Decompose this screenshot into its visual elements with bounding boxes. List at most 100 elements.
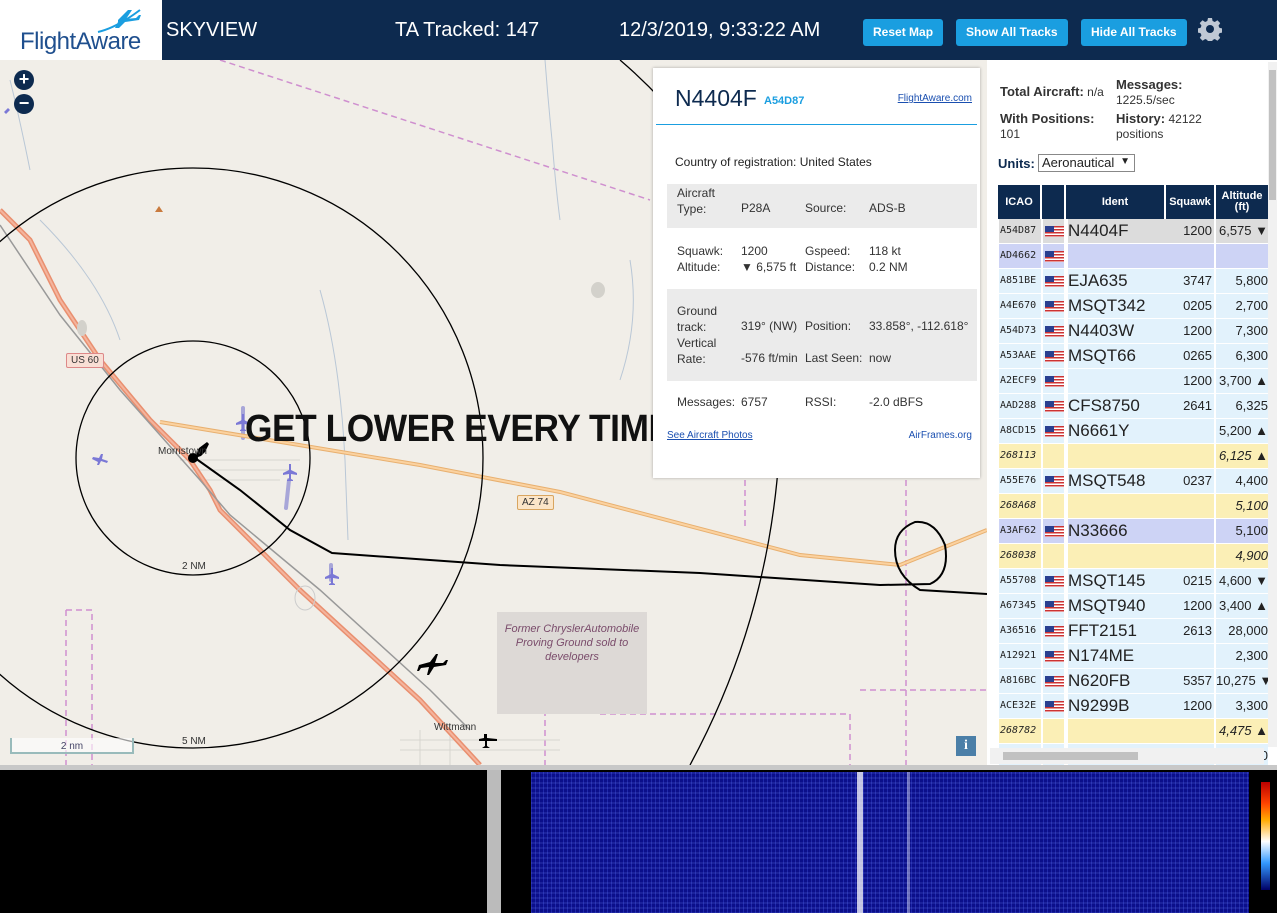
zoom-in-button[interactable]: + bbox=[14, 70, 34, 90]
position-value: 33.858°, -112.618° bbox=[869, 319, 969, 333]
spectrum-panel-blank bbox=[0, 770, 487, 913]
cell-squawk bbox=[1166, 719, 1214, 743]
cell-icao: AD4662 bbox=[999, 244, 1041, 268]
table-row[interactable]: 268782 4,475 ▲ bbox=[998, 719, 1268, 743]
popup-divider bbox=[656, 124, 977, 125]
cell-flag bbox=[1043, 544, 1064, 568]
cell-squawk bbox=[1166, 494, 1214, 518]
table-horizontal-scroll-thumb[interactable] bbox=[1003, 752, 1138, 760]
column-header-ident[interactable]: Ident bbox=[1066, 185, 1164, 219]
units-label: Units: bbox=[998, 156, 1035, 171]
cell-ident bbox=[1068, 719, 1166, 743]
airframes-link[interactable]: AirFrames.org bbox=[909, 430, 972, 441]
cell-ident: N33666 bbox=[1068, 519, 1166, 543]
cell-icao: A67345 bbox=[999, 594, 1041, 618]
hide-all-tracks-button[interactable]: Hide All Tracks bbox=[1081, 19, 1187, 46]
cell-icao: A54D73 bbox=[999, 319, 1041, 343]
altitude-label: Altitude: bbox=[677, 260, 721, 274]
table-row[interactable]: A55E76 MSQT548 0237 4,400 bbox=[998, 469, 1268, 493]
cell-squawk: 1200 bbox=[1166, 219, 1214, 243]
lastseen-label: Last Seen: bbox=[805, 351, 863, 365]
flightaware-logo[interactable]: FlightAware bbox=[0, 0, 162, 60]
gear-icon[interactable] bbox=[1198, 17, 1222, 41]
table-row[interactable]: A816BC N620FB 5357 10,275 ▼ bbox=[998, 669, 1268, 693]
table-row[interactable]: 268A68 5,100 bbox=[998, 494, 1268, 518]
column-header-altitude[interactable]: Altitude (ft) bbox=[1216, 185, 1268, 219]
popup-callsign: N4404F bbox=[675, 85, 757, 111]
cell-squawk bbox=[1166, 519, 1214, 543]
cell-altitude: 4,400 bbox=[1216, 469, 1268, 493]
cell-flag bbox=[1043, 444, 1064, 468]
cell-altitude: 6,325 bbox=[1216, 394, 1268, 418]
table-row[interactable]: A54D73 N4403W 1200 7,300 bbox=[998, 319, 1268, 343]
distance-value: 0.2 NM bbox=[869, 260, 908, 274]
table-row[interactable]: A67345 MSQT940 1200 3,400 ▲ bbox=[998, 594, 1268, 618]
aircraft-type-value: P28A bbox=[741, 201, 771, 215]
table-row[interactable]: A54D87 N4404F 1200 6,575 ▼ bbox=[998, 219, 1268, 243]
cell-squawk: 1200 bbox=[1166, 369, 1214, 393]
table-row[interactable]: A12921 N174ME 2,300 bbox=[998, 644, 1268, 668]
cell-flag bbox=[1043, 644, 1064, 668]
show-all-tracks-button[interactable]: Show All Tracks bbox=[956, 19, 1068, 46]
cell-icao: A55708 bbox=[999, 569, 1041, 593]
cell-ident bbox=[1068, 369, 1166, 393]
table-vertical-scroll-thumb[interactable] bbox=[1269, 70, 1276, 200]
flightaware-link[interactable]: FlightAware.com bbox=[898, 93, 972, 104]
range-ring-label-5nm: 5 NM bbox=[182, 736, 206, 747]
table-row[interactable]: A55708 MSQT145 0215 4,600 ▼ bbox=[998, 569, 1268, 593]
column-header-squawk[interactable]: Squawk bbox=[1166, 185, 1214, 219]
table-row[interactable]: A4E670 MSQT342 0205 2,700 bbox=[998, 294, 1268, 318]
table-row[interactable]: A2ECF9 1200 3,700 ▲ bbox=[998, 369, 1268, 393]
table-row[interactable]: A3AF62 N33666 5,100 bbox=[998, 519, 1268, 543]
table-row[interactable]: AAD288 CFS8750 2641 6,325 bbox=[998, 394, 1268, 418]
az74-shield: AZ 74 bbox=[517, 495, 554, 510]
altitude-value: ▼ 6,575 ft bbox=[741, 260, 797, 274]
range-ring-label-2nm: 2 NM bbox=[182, 561, 206, 572]
overlay-caption: GET LOWER EVERY TIME bbox=[245, 408, 672, 450]
us-flag-icon bbox=[1045, 276, 1064, 287]
cell-flag bbox=[1043, 394, 1064, 418]
cell-icao: A55E76 bbox=[999, 469, 1041, 493]
clock-datetime: 12/3/2019, 9:33:22 AM bbox=[619, 19, 821, 41]
table-row[interactable]: A851BE EJA635 3747 5,800 bbox=[998, 269, 1268, 293]
cell-flag bbox=[1043, 369, 1064, 393]
cell-ident bbox=[1068, 544, 1166, 568]
map-scale-bar: 2 nm bbox=[10, 738, 134, 754]
cell-squawk bbox=[1166, 419, 1214, 443]
cell-icao: 268A68 bbox=[999, 494, 1041, 518]
zoom-out-button[interactable]: − bbox=[14, 94, 34, 114]
table-row[interactable]: A36516 FFT2151 2613 28,000 bbox=[998, 619, 1268, 643]
table-row[interactable]: A8CD15 N6661Y 5,200 ▲ bbox=[998, 419, 1268, 443]
cell-altitude: 5,800 bbox=[1216, 269, 1268, 293]
popup-section-squawk: Squawk: 1200 Gspeed: 118 kt Altitude: ▼ … bbox=[667, 238, 977, 278]
cell-altitude: 3,300 bbox=[1216, 694, 1268, 718]
table-row[interactable]: A53AAE MSQT66 0265 6,300 bbox=[998, 344, 1268, 368]
us-flag-icon bbox=[1045, 601, 1064, 612]
total-aircraft-stat: Total Aircraft: n/a bbox=[1000, 84, 1104, 100]
see-aircraft-photos-link[interactable]: See Aircraft Photos bbox=[667, 430, 753, 441]
units-select[interactable]: Aeronautical ▼ bbox=[1038, 154, 1135, 172]
table-row[interactable]: ACE32E N9299B 1200 3,300 bbox=[998, 694, 1268, 718]
cell-ident bbox=[1068, 494, 1166, 518]
column-header-icao[interactable]: ICAO bbox=[998, 185, 1040, 219]
cell-icao: A4E670 bbox=[999, 294, 1041, 318]
bottom-separator[interactable] bbox=[487, 770, 501, 913]
total-aircraft-label: Total Aircraft: bbox=[1000, 84, 1084, 99]
column-header-flag[interactable] bbox=[1042, 185, 1064, 219]
us-flag-icon bbox=[1045, 701, 1064, 712]
table-row[interactable]: 268038 4,900 bbox=[998, 544, 1268, 568]
cell-flag bbox=[1043, 594, 1064, 618]
cell-squawk: 0237 bbox=[1166, 469, 1214, 493]
town-label-morristown: Morristown bbox=[158, 446, 207, 457]
reset-map-button[interactable]: Reset Map bbox=[863, 19, 944, 46]
cell-altitude: 4,600 ▼ bbox=[1216, 569, 1268, 593]
cell-squawk bbox=[1166, 444, 1214, 468]
cell-squawk: 1200 bbox=[1166, 319, 1214, 343]
cell-squawk bbox=[1166, 644, 1214, 668]
table-row[interactable]: 268113 6,125 ▲ bbox=[998, 444, 1268, 468]
cell-flag bbox=[1043, 694, 1064, 718]
messages-stat: Messages: 1225.5/sec bbox=[1116, 77, 1216, 108]
map-info-icon[interactable]: i bbox=[956, 736, 976, 756]
table-row[interactable]: AD4662 bbox=[998, 244, 1268, 268]
cell-altitude: 10,275 ▼ bbox=[1216, 669, 1268, 693]
